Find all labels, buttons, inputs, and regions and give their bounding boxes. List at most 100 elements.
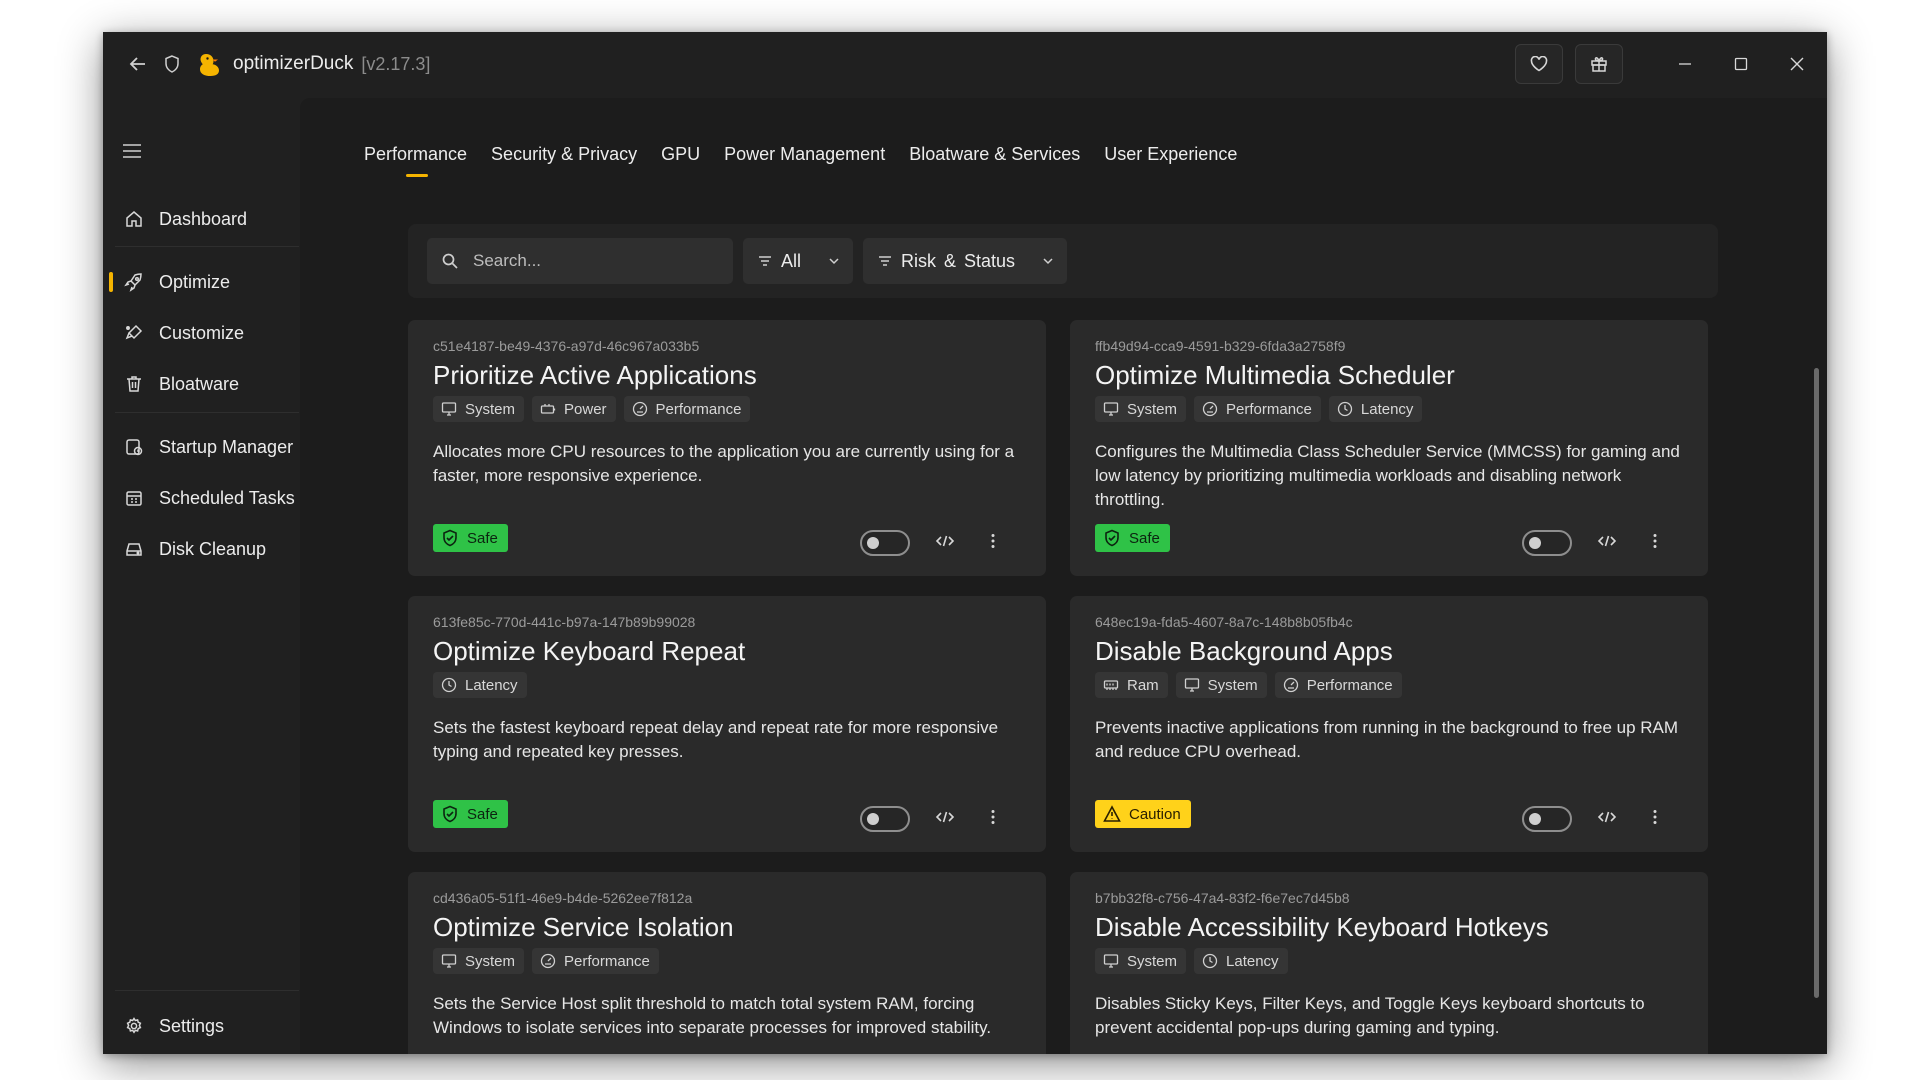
tweak-title: Disable Accessibility Keyboard Hotkeys <box>1095 912 1549 942</box>
tweak-card: b7bb32f8-c756-47a4-83f2-f6e7ec7d45b8 Dis… <box>1070 872 1708 1054</box>
sidebar-item-dashboard[interactable]: Dashboard <box>103 199 299 239</box>
sidebar-item-optimize[interactable]: Optimize <box>103 262 299 302</box>
search-box[interactable] <box>427 238 733 284</box>
more-vertical-icon[interactable] <box>982 530 1004 552</box>
sidebar-item-label: Bloatware <box>159 373 240 394</box>
tweak-card: c51e4187-be49-4376-a97d-46c967a033b5 Pri… <box>408 320 1046 576</box>
shield-icon <box>165 55 179 73</box>
tweak-description: Allocates more CPU resources to the appl… <box>433 442 1015 485</box>
clock-icon <box>1337 401 1353 417</box>
maximize-icon <box>1734 57 1748 71</box>
sidebar-item-label: Dashboard <box>159 208 248 229</box>
tab-security-privacy[interactable]: Security & Privacy <box>479 144 649 165</box>
main-panel: Performance Security & Privacy GPU Power… <box>300 98 1827 1054</box>
tweak-id: 648ec19a-fda5-4607-8a7c-148b8b05fb4c <box>1095 614 1353 630</box>
tweak-title: Prioritize Active Applications <box>433 360 757 390</box>
warning-icon <box>1103 805 1121 823</box>
sidebar-divider <box>115 246 299 247</box>
code-icon[interactable] <box>934 530 956 552</box>
sidebar-item-scheduled-tasks[interactable]: Scheduled Tasks <box>103 478 299 518</box>
sidebar-item-label: Startup Manager <box>159 436 294 457</box>
title-bar: optimizerDuck [v2.17.3] <box>103 32 1827 96</box>
back-button[interactable] <box>121 47 155 81</box>
tweak-title: Disable Background Apps <box>1095 636 1393 666</box>
tag-system: System <box>1095 396 1187 422</box>
tweak-description: Sets the Service Host split threshold to… <box>433 994 992 1037</box>
settings-label: Settings <box>159 1015 225 1036</box>
favorite-button[interactable] <box>1515 44 1563 84</box>
filter-icon <box>879 256 891 266</box>
sidebar-divider <box>115 990 299 991</box>
calendar-icon <box>124 488 144 508</box>
tweak-title: Optimize Multimedia Scheduler <box>1095 360 1455 390</box>
risk-badge-safe: Safe <box>433 524 508 552</box>
sidebar-item-startup-manager[interactable]: Startup Manager <box>103 427 299 467</box>
monitor-icon <box>1184 677 1200 693</box>
more-vertical-icon[interactable] <box>982 806 1004 828</box>
monitor-icon <box>1103 953 1119 969</box>
tab-user-experience[interactable]: User Experience <box>1092 144 1249 165</box>
clock-icon <box>1202 953 1218 969</box>
battery-icon <box>540 401 556 417</box>
tweak-toggle[interactable] <box>1522 530 1572 556</box>
tweak-card: ffb49d94-cca9-4591-b329-6fda3a2758f9 Opt… <box>1070 320 1708 576</box>
gauge-icon <box>540 953 556 969</box>
monitor-icon <box>1103 401 1119 417</box>
app-version: [v2.17.3] <box>361 53 431 74</box>
code-icon[interactable] <box>934 806 956 828</box>
tag-performance: Performance <box>623 396 751 422</box>
tweak-toggle[interactable] <box>860 806 910 832</box>
maximize-button[interactable] <box>1713 44 1769 84</box>
filter-icon <box>759 256 771 266</box>
tab-power-management[interactable]: Power Management <box>712 144 897 165</box>
tag-list: System Latency <box>1095 948 1288 974</box>
monitor-icon <box>441 401 457 417</box>
tweak-id: b7bb32f8-c756-47a4-83f2-f6e7ec7d45b8 <box>1095 890 1350 906</box>
tweak-toggle[interactable] <box>860 530 910 556</box>
tweak-card: 613fe85c-770d-441c-b97a-147b89b99028 Opt… <box>408 596 1046 852</box>
toggle-knob <box>1529 537 1541 549</box>
tab-gpu[interactable]: GPU <box>649 144 712 165</box>
risk-status-dropdown[interactable]: Risk & Status <box>863 238 1067 284</box>
memory-chip-icon <box>1103 677 1119 693</box>
tag-system: System <box>1095 948 1187 974</box>
duck-logo-icon <box>200 54 219 76</box>
tweak-title: Optimize Service Isolation <box>433 912 734 942</box>
tweak-toggle[interactable] <box>1522 806 1572 832</box>
tag-list: Latency <box>433 672 527 698</box>
tab-performance[interactable]: Performance <box>364 144 479 177</box>
search-input[interactable] <box>471 250 715 272</box>
tag-performance: Performance <box>1194 396 1321 422</box>
more-vertical-icon[interactable] <box>1644 530 1666 552</box>
tag-system: System <box>433 948 525 974</box>
sidebar-item-label: Disk Cleanup <box>159 538 267 559</box>
minimize-button[interactable] <box>1657 44 1713 84</box>
shield-check-icon <box>1103 529 1121 547</box>
code-icon[interactable] <box>1596 806 1618 828</box>
more-vertical-icon[interactable] <box>1644 806 1666 828</box>
risk-badge-safe: Safe <box>433 800 508 828</box>
arrow-left-icon <box>129 57 145 71</box>
sidebar-item-customize[interactable]: Customize <box>103 313 299 353</box>
tag-latency: Latency <box>1194 948 1288 974</box>
sidebar-item-settings[interactable]: Settings <box>103 1006 299 1046</box>
close-button[interactable] <box>1769 44 1825 84</box>
scrollbar[interactable] <box>1814 368 1819 998</box>
category-filter-dropdown[interactable]: All <box>743 238 853 284</box>
risk-badge-safe: Safe <box>1095 524 1170 552</box>
search-icon <box>442 253 458 269</box>
hamburger-menu-icon[interactable] <box>121 140 143 162</box>
tweak-id: cd436a05-51f1-46e9-b4de-5262ee7f812a <box>433 890 693 906</box>
code-icon[interactable] <box>1596 530 1618 552</box>
tweak-description: Configures the Multimedia Class Schedule… <box>1095 442 1680 509</box>
disk-icon <box>124 539 144 559</box>
minimize-icon <box>1679 63 1691 65</box>
sidebar-item-disk-cleanup[interactable]: Disk Cleanup <box>103 529 299 569</box>
tab-bloatware-services[interactable]: Bloatware & Services <box>897 144 1092 165</box>
sidebar-item-bloatware[interactable]: Bloatware <box>103 364 299 404</box>
trash-icon <box>124 374 144 394</box>
paint-icon <box>124 323 144 343</box>
gear-icon <box>124 1016 144 1036</box>
shield-button[interactable] <box>155 47 189 81</box>
gift-button[interactable] <box>1575 44 1623 84</box>
